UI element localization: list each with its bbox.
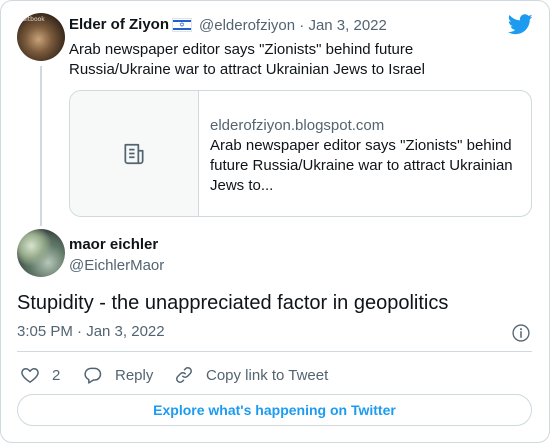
article-icon xyxy=(124,143,144,165)
author-handle-date[interactable]: @elderofziyon · Jan 3, 2022 xyxy=(199,17,387,34)
parent-tweet-text: Arab newspaper editor says "Zionists" be… xyxy=(69,41,425,78)
author-avatar[interactable]: sitbook xyxy=(17,13,65,61)
avatar-watermark-text: sitbook xyxy=(23,16,45,23)
thread-connector-line xyxy=(40,66,42,226)
link-preview-card[interactable]: elderofziyon.blogspot.com Arab newspaper… xyxy=(69,90,532,217)
heart-icon xyxy=(21,368,39,383)
reply-icon xyxy=(84,367,102,384)
info-icon[interactable] xyxy=(511,323,531,343)
author-handle[interactable]: @elderofziyon xyxy=(199,17,295,34)
author-name[interactable]: Elder of Ziyon xyxy=(69,16,169,33)
like-count: 2 xyxy=(52,366,61,384)
copy-link-button[interactable]: Copy link to Tweet xyxy=(174,365,328,385)
actions-divider xyxy=(17,351,532,352)
like-button[interactable]: 2 xyxy=(20,365,60,385)
twitter-bird-icon[interactable] xyxy=(508,14,533,35)
link-icon xyxy=(176,367,192,383)
reply-author-name[interactable]: maor eichler xyxy=(69,236,158,253)
reply-timestamp[interactable]: 3:05 PM · Jan 3, 2022 xyxy=(17,323,165,340)
reply-author-avatar[interactable] xyxy=(17,229,65,277)
reply-label: Reply xyxy=(115,366,154,384)
reply-author-handle[interactable]: @EichlerMaor xyxy=(69,257,164,274)
copy-link-label: Copy link to Tweet xyxy=(206,366,329,384)
reply-tweet-text: Stupidity - the unappreciated factor in … xyxy=(17,292,449,314)
explore-twitter-button[interactable]: Explore what's happening on Twitter xyxy=(17,394,532,426)
link-thumbnail xyxy=(70,91,199,216)
israel-flag-icon: ✡ xyxy=(172,18,192,32)
link-domain: elderofziyon.blogspot.com xyxy=(210,117,385,134)
separator-dot: · xyxy=(299,17,305,34)
reply-button[interactable]: Reply xyxy=(83,365,153,385)
link-title: Arab newspaper editor says "Zionists" be… xyxy=(210,137,513,194)
tweet-date[interactable]: Jan 3, 2022 xyxy=(308,17,386,34)
